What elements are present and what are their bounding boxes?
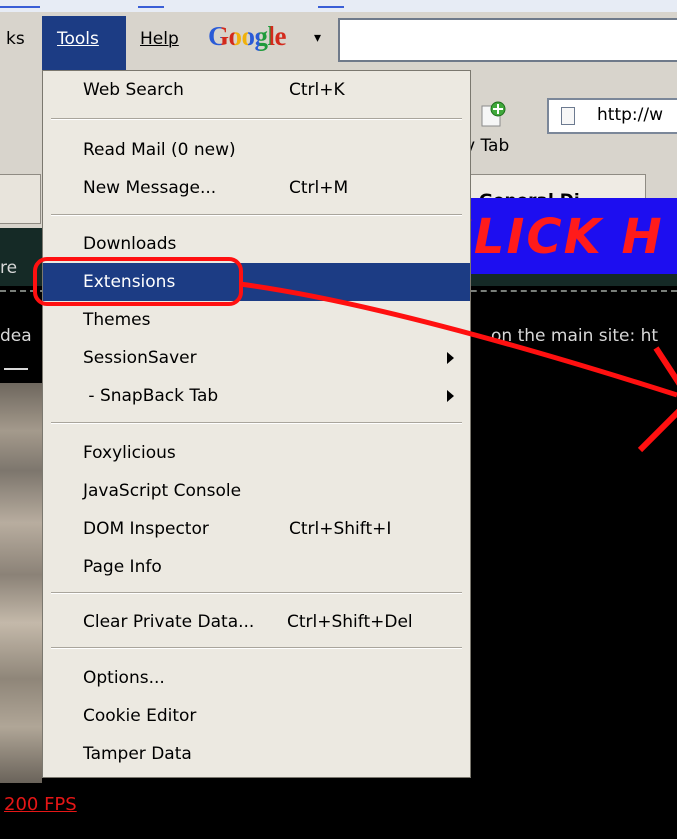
- new-tab-icon[interactable]: [478, 100, 506, 128]
- menu-item-page-info[interactable]: Page Info: [43, 548, 470, 586]
- menu-bookmarks-fragment[interactable]: ks: [6, 29, 25, 49]
- menu-item-foxylicious[interactable]: Foxylicious: [43, 434, 470, 472]
- menu-item-web-search[interactable]: Web Search Ctrl+K: [43, 71, 470, 109]
- top-link-strip: [0, 0, 677, 12]
- menu-item-shortcut: Ctrl+M: [289, 178, 349, 198]
- menu-item-label: - SnapBack Tab: [83, 386, 219, 406]
- menu-item-downloads[interactable]: Downloads: [43, 225, 470, 263]
- menu-separator: [51, 214, 462, 216]
- page-text-fragment: dea: [0, 326, 32, 346]
- menu-item-tamper-data[interactable]: Tamper Data: [43, 735, 470, 773]
- menu-item-new-message[interactable]: New Message... Ctrl+M: [43, 169, 470, 207]
- menu-item-sessionsaver[interactable]: SessionSaver: [43, 339, 470, 377]
- menu-item-label: Page Info: [83, 557, 162, 577]
- link-fragment[interactable]: [138, 6, 164, 8]
- menu-item-shortcut: Ctrl+K: [289, 80, 345, 100]
- menu-item-cookie-editor[interactable]: Cookie Editor: [43, 697, 470, 735]
- link-fragment[interactable]: [318, 6, 344, 8]
- menu-item-label: Clear Private Data...: [83, 612, 255, 632]
- menu-item-dom-inspector[interactable]: DOM Inspector Ctrl+Shift+I: [43, 510, 470, 548]
- fps-link[interactable]: 200 FPS: [4, 794, 77, 815]
- menu-item-label: Tamper Data: [83, 744, 192, 764]
- menu-item-label: Read Mail (0 new): [83, 140, 236, 160]
- menu-item-shortcut: Ctrl+Shift+Del: [287, 612, 413, 632]
- menu-separator: [51, 118, 462, 120]
- menu-separator: [51, 647, 462, 649]
- menu-item-label: JavaScript Console: [83, 481, 242, 501]
- link-underline[interactable]: [4, 368, 28, 370]
- menu-item-label: SessionSaver: [83, 348, 197, 368]
- menu-item-label: Foxylicious: [83, 443, 176, 463]
- menu-help[interactable]: Help: [140, 29, 179, 49]
- page-photo: [0, 383, 42, 783]
- google-search-input[interactable]: [338, 18, 677, 62]
- menu-item-extensions[interactable]: Extensions: [43, 263, 470, 301]
- menu-item-label: Options...: [83, 668, 165, 688]
- url-bar[interactable]: http://w: [547, 98, 677, 134]
- menu-item-label: New Message...: [83, 178, 217, 198]
- menu-item-snapback-tab[interactable]: - SnapBack Tab: [43, 377, 470, 415]
- menu-item-javascript-console[interactable]: JavaScript Console: [43, 472, 470, 510]
- menu-separator: [51, 592, 462, 594]
- menu-item-options[interactable]: Options...: [43, 659, 470, 697]
- menu-tools[interactable]: Tools: [42, 16, 126, 70]
- page-icon: [561, 107, 575, 125]
- menu-item-label: Web Search: [83, 80, 184, 100]
- menu-item-label: Themes: [83, 310, 151, 330]
- google-logo[interactable]: Google: [208, 21, 287, 52]
- new-tab-label[interactable]: v Tab: [465, 136, 509, 156]
- menu-item-shortcut: Ctrl+Shift+I: [289, 519, 392, 539]
- url-text: http://w: [597, 105, 663, 125]
- menu-item-clear-private-data[interactable]: Clear Private Data... Ctrl+Shift+Del: [43, 603, 470, 641]
- menu-item-label: Cookie Editor: [83, 706, 197, 726]
- page-text-fragment: re: [0, 258, 18, 278]
- google-dropdown-arrow-icon[interactable]: ▾: [314, 30, 321, 46]
- menu-bar: ks Tools Help Google ▾: [0, 12, 677, 70]
- menu-item-read-mail[interactable]: Read Mail (0 new): [43, 131, 470, 169]
- menu-item-label: DOM Inspector: [83, 519, 209, 539]
- menu-item-label: Downloads: [83, 234, 177, 254]
- menu-item-themes[interactable]: Themes: [43, 301, 470, 339]
- menu-separator: [51, 422, 462, 424]
- google-logo-text: Google: [208, 21, 287, 51]
- submenu-arrow-icon: [447, 352, 454, 364]
- tab-partial-left[interactable]: [0, 174, 41, 224]
- submenu-arrow-icon: [447, 390, 454, 402]
- link-fragment[interactable]: [0, 6, 40, 8]
- menu-tools-label: Tools: [57, 29, 99, 49]
- main-site-text: on the main site: ht: [491, 326, 659, 346]
- tools-dropdown-menu: Web Search Ctrl+K Read Mail (0 new) New …: [42, 70, 471, 778]
- menu-item-label: Extensions: [83, 272, 176, 292]
